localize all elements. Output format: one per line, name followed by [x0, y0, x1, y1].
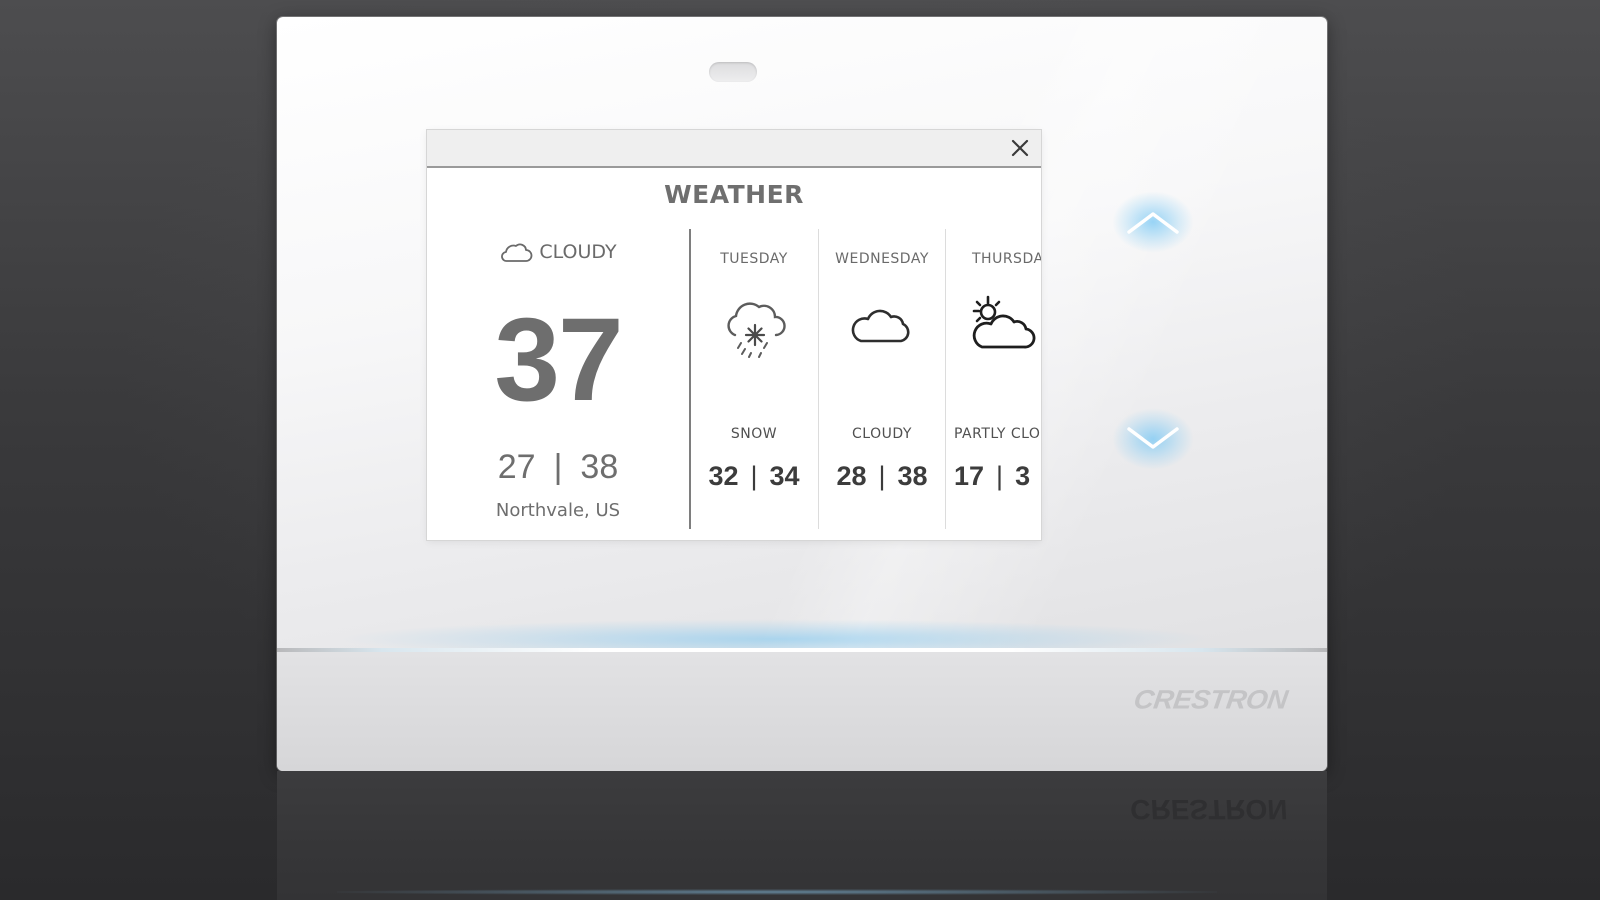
forecast-condition: PARTLY CLO	[954, 426, 1041, 442]
forecast-temp-range: 32 | 34	[691, 461, 817, 492]
forecast-day: WEDNESDAY CLOUDY 28 | 38	[818, 229, 944, 529]
range-separator: |	[553, 448, 563, 486]
title-bar	[427, 130, 1041, 168]
cloud-icon	[501, 243, 533, 262]
current-conditions: CLOUDY 37 27 | 38 Northvale, US	[427, 230, 689, 540]
forecast-list[interactable]: TUESDAY SNOW 32 | 34 WEDNESDAY CLOUDY 28…	[691, 229, 1041, 529]
current-condition-label: CLOUDY	[539, 241, 617, 263]
hardware-up-button[interactable]	[1112, 191, 1194, 253]
partly-cloudy-icon	[972, 295, 1036, 349]
range-separator: |	[996, 461, 1004, 491]
close-icon	[1011, 139, 1029, 157]
current-temp-range: 27 | 38	[427, 448, 689, 487]
forecast-day: TUESDAY SNOW 32 | 34	[691, 229, 817, 529]
forecast-day-name: THURSDA	[972, 251, 1041, 267]
page-title: WEATHER	[664, 180, 804, 209]
forecast-day: THURSDA PARTLY CLO 17 | 3	[945, 229, 1041, 529]
current-high: 38	[580, 448, 619, 486]
forecast-temp-range: 28 | 38	[819, 461, 945, 492]
device-reflection: CRESTRON	[277, 771, 1327, 900]
chevron-down-icon	[1127, 427, 1179, 449]
forecast-high: 38	[897, 461, 928, 491]
forecast-low: 17	[954, 461, 985, 491]
forecast-day-name: TUESDAY	[720, 251, 788, 267]
forecast-condition: SNOW	[730, 426, 778, 442]
hardware-down-button[interactable]	[1112, 408, 1194, 470]
light-bar-reflection	[337, 889, 1217, 895]
forecast-high: 3	[1015, 461, 1031, 491]
forecast-low: 28	[836, 461, 867, 491]
brand-logo: CRESTRON	[1131, 684, 1290, 715]
cloud-icon	[851, 309, 910, 343]
location-label: Northvale, US	[495, 500, 621, 521]
current-temperature: 37	[494, 294, 623, 426]
range-separator: |	[750, 461, 758, 491]
touch-panel-device: WEATHER CLOUDY 37 27 | 38 Northvale, US …	[277, 17, 1327, 771]
forecast-day-name: WEDNESDAY	[835, 251, 929, 267]
forecast-low: 32	[708, 461, 739, 491]
forecast-high: 34	[769, 461, 800, 491]
weather-screen: WEATHER CLOUDY 37 27 | 38 Northvale, US …	[427, 130, 1041, 540]
brand-logo-reflection: CRESTRON	[1127, 794, 1290, 825]
proximity-sensor	[709, 62, 757, 82]
current-condition: CLOUDY	[427, 240, 689, 264]
forecast-condition: CLOUDY	[852, 426, 912, 442]
chevron-up-icon	[1127, 212, 1179, 234]
range-separator: |	[878, 461, 886, 491]
forecast-temp-range: 17 | 3	[946, 461, 1041, 492]
snow-icon	[727, 302, 786, 358]
close-button[interactable]	[1007, 135, 1033, 161]
current-low: 27	[497, 448, 536, 486]
